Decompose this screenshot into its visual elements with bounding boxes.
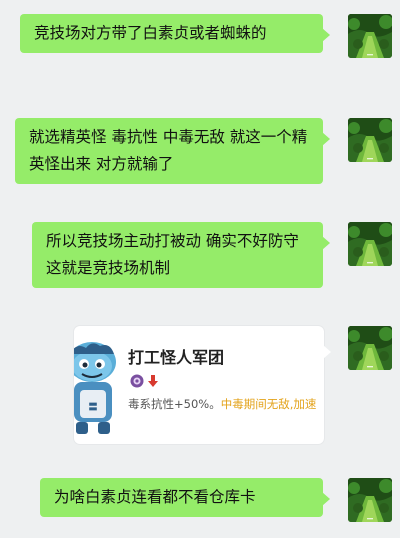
- avatar-image: ▾▾▾: [348, 222, 392, 266]
- svg-text:▾▾▾: ▾▾▾: [367, 260, 373, 265]
- card-desc-highlight: 中毒期间无敌,加速: [220, 397, 317, 411]
- card-description: 毒系抗性+50%。中毒期间无敌,加速: [128, 394, 322, 414]
- message-bubble[interactable]: 就选精英怪 毒抗性 中毒无敌 就这一个精英怪出来 对方就输了: [15, 118, 330, 184]
- avatar-image: ▾▾▾: [348, 118, 392, 162]
- svg-text:▾▾▾: ▾▾▾: [367, 52, 373, 57]
- card-desc-text: 毒系抗性+50%。: [128, 397, 221, 411]
- avatar-image: ▾▾▾: [348, 14, 392, 58]
- message-bubble[interactable]: 为啥白素贞连看都不看仓库卡: [40, 478, 330, 517]
- card-title: 打工怪人军团: [128, 348, 225, 367]
- poison-type-icon: [130, 374, 144, 388]
- svg-text:〓: 〓: [88, 402, 97, 413]
- svg-text:▾▾▾: ▾▾▾: [367, 364, 373, 369]
- avatar-image: ▾▾▾: [348, 326, 392, 370]
- svg-text:▾▾▾: ▾▾▾: [367, 516, 373, 521]
- svg-text:▾▾▾: ▾▾▾: [367, 156, 373, 161]
- avatar[interactable]: ▾▾▾: [348, 222, 392, 266]
- message-bubble[interactable]: 竞技场对方带了白素贞或者蜘蛛的: [20, 14, 330, 53]
- avatar[interactable]: ▾▾▾: [348, 14, 392, 58]
- card-tags: [130, 374, 159, 388]
- monster-icon: 〓: [74, 342, 116, 434]
- avatar[interactable]: ▾▾▾: [348, 326, 392, 370]
- shared-card[interactable]: 〓 打工怪人军团 毒系抗性+50%。中毒期间无敌,加速: [74, 326, 324, 444]
- avatar[interactable]: ▾▾▾: [348, 118, 392, 162]
- avatar-image: ▾▾▾: [348, 478, 392, 522]
- message-bubble[interactable]: 所以竞技场主动打被动 确实不好防守 这就是竞技场机制: [32, 222, 330, 288]
- arrow-down-icon: [148, 375, 158, 387]
- card-tail: [323, 345, 331, 359]
- avatar[interactable]: ▾▾▾: [348, 478, 392, 522]
